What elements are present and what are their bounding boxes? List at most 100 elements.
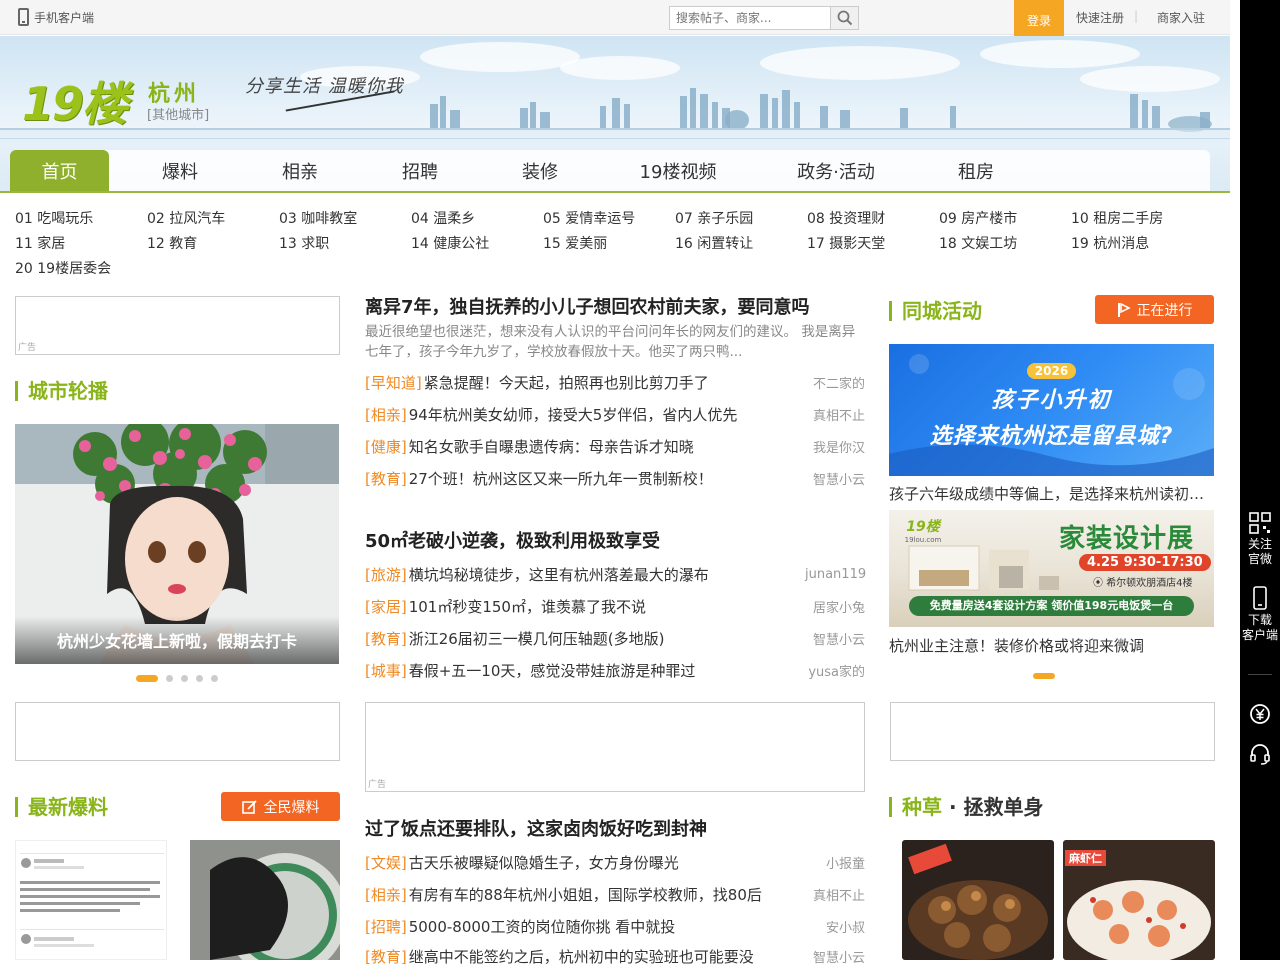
news-title[interactable]: 紧急提醒！今天起，拍照再也别比剪刀手了 [424, 372, 797, 393]
news-category[interactable]: [早知道] [365, 372, 422, 393]
news-title[interactable]: 古天乐被曝疑似隐婚生子，女方身份曝光 [409, 852, 797, 873]
news-title[interactable]: 27个班！杭州这区又来一所九年一贯制新校！ [409, 468, 797, 489]
news-item[interactable]: [旅游] 横坑坞秘境徒步，这里有杭州落差最大的瀑布 junan119 [365, 563, 866, 585]
news-title[interactable]: 知名女歌手自曝患遗传病：母亲告诉才知晓 [409, 436, 797, 457]
news-author[interactable]: 不二家的 [805, 373, 865, 392]
carousel-dot[interactable] [211, 675, 218, 682]
news-item[interactable]: [城事] 春假+五一10天，感觉没带娃旅游是种罪过 yusa家的 [365, 659, 865, 681]
nav-government-events[interactable]: 政务·活动 [786, 150, 886, 191]
news-author[interactable]: 真相不止 [805, 405, 865, 424]
subcat-link[interactable]: 11 家居 [15, 233, 65, 253]
subcat-link[interactable]: 01 吃喝玩乐 [15, 208, 93, 228]
subcat-link[interactable]: 05 爱情幸运号 [543, 208, 635, 228]
follow-official-weibo[interactable]: 关注 官微 [1240, 512, 1280, 567]
news-author[interactable]: 我是你汉 [805, 437, 865, 456]
ad-slot[interactable] [890, 702, 1215, 761]
news-title[interactable]: 继高中不能签约之后，杭州初中的实验班也可能要没 [409, 946, 797, 967]
nav-jobs[interactable]: 招聘 [370, 150, 470, 191]
news-category[interactable]: [旅游] [365, 564, 407, 585]
baoliao-screenshot[interactable] [15, 840, 167, 960]
headline[interactable]: 过了饭点还要排队，这家卤肉饭好吃到封神 [365, 815, 707, 841]
subcat-link[interactable]: 12 教育 [147, 233, 197, 253]
search-button[interactable] [830, 6, 859, 30]
news-category[interactable]: [城事] [365, 660, 407, 681]
nav-baoliao[interactable]: 爆料 [130, 150, 230, 191]
baoliao-photo[interactable] [190, 840, 340, 960]
subcat-link[interactable]: 20 19楼居委会 [15, 258, 111, 278]
nav-decoration[interactable]: 装修 [490, 150, 590, 191]
news-title[interactable]: 5000-8000工资的岗位随你挑 看中就投 [409, 916, 797, 937]
promo-caption[interactable]: 杭州业主注意！装修价格或将迎来微调 [889, 635, 1214, 656]
subcat-link[interactable]: 10 租房二手房 [1071, 208, 1163, 228]
subcat-link[interactable]: 13 求职 [279, 233, 329, 253]
subcat-link[interactable]: 18 文娱工坊 [939, 233, 1017, 253]
promo-caption[interactable]: 孩子六年级成绩中等偏上，是选择来杭州读初中还是留县城 [889, 483, 1214, 504]
ongoing-button[interactable]: 正在进行 [1095, 295, 1214, 324]
news-item[interactable]: [文娱] 古天乐被曝疑似隐婚生子，女方身份曝光 小报童 [365, 851, 865, 873]
news-title[interactable]: 101㎡秒变150㎡，谁羡慕了我不说 [409, 596, 797, 617]
news-category[interactable]: [相亲] [365, 884, 407, 905]
news-author[interactable]: yusa家的 [805, 661, 865, 680]
merchant-link[interactable]: 商家入驻 [1157, 9, 1205, 26]
carousel-dot[interactable] [166, 675, 173, 682]
city-carousel[interactable]: 杭州少女花墙上新啦，假期去打卡 [15, 424, 339, 664]
mobile-client-link[interactable]: 手机客户端 [18, 8, 94, 26]
carousel-dot[interactable] [136, 675, 158, 682]
news-item[interactable]: [相亲] 有房有车的88年杭州小姐姐，国际学校教师，找80后 真相不止 [365, 883, 865, 905]
subcat-link[interactable]: 19 杭州消息 [1071, 233, 1149, 253]
news-author[interactable]: junan119 [805, 567, 866, 582]
carousel-caption[interactable]: 杭州少女花墙上新啦，假期去打卡 [15, 616, 339, 664]
other-cities-link[interactable]: [其他城市] [147, 104, 209, 123]
news-author[interactable]: 智慧小云 [805, 469, 865, 488]
subcat-link[interactable]: 17 摄影天堂 [807, 233, 885, 253]
news-item[interactable]: [家居] 101㎡秒变150㎡，谁羡慕了我不说 居家小兔 [365, 595, 865, 617]
news-item[interactable]: [相亲] 94年杭州美女幼师，接受大5岁伴侣，省内人优先 真相不止 [365, 403, 865, 425]
ad-slot[interactable] [15, 702, 340, 761]
news-author[interactable]: 安小叔 [805, 917, 865, 936]
subcat-link[interactable]: 04 温柔乡 [411, 208, 475, 228]
subcat-link[interactable]: 07 亲子乐园 [675, 208, 753, 228]
ad-slot[interactable]: 广告 [15, 296, 340, 355]
news-author[interactable]: 小报童 [805, 853, 865, 872]
news-category[interactable]: [教育] [365, 946, 407, 967]
download-client[interactable]: 下载 客户端 [1240, 586, 1280, 643]
food-card-image[interactable]: 麻虾仁 [1063, 840, 1215, 960]
promo-banner-expo[interactable]: 19楼 19lou.com 家装设计展 4.25 9:30-17:30 ⦿ 希尔… [889, 510, 1214, 627]
nav-dating[interactable]: 相亲 [250, 150, 350, 191]
news-title[interactable]: 横坑坞秘境徒步，这里有杭州落差最大的瀑布 [409, 564, 797, 585]
subcat-link[interactable]: 09 房产楼市 [939, 208, 1017, 228]
news-category[interactable]: [文娱] [365, 852, 407, 873]
news-item[interactable]: [健康] 知名女歌手自曝患遗传病：母亲告诉才知晓 我是你汉 [365, 435, 865, 457]
news-item[interactable]: [早知道] 紧急提醒！今天起，拍照再也别比剪刀手了 不二家的 [365, 371, 865, 393]
news-item[interactable]: [招聘] 5000-8000工资的岗位随你挑 看中就投 安小叔 [365, 915, 865, 937]
news-category[interactable]: [教育] [365, 628, 407, 649]
nav-rental[interactable]: 租房 [926, 150, 1026, 191]
activity-carousel-indicator[interactable] [1033, 673, 1055, 679]
customer-service-button[interactable] [1240, 743, 1280, 765]
subcat-link[interactable]: 02 拉风汽车 [147, 208, 225, 228]
nav-video[interactable]: 19楼视频 [628, 150, 728, 191]
news-title[interactable]: 有房有车的88年杭州小姐姐，国际学校教师，找80后 [409, 884, 797, 905]
carousel-dot[interactable] [181, 675, 188, 682]
site-logo[interactable]: 19楼 [22, 68, 128, 134]
ad-slot[interactable]: 广告 [365, 702, 865, 792]
news-title[interactable]: 浙江26届初三一模几何压轴题(多地版) [409, 628, 797, 649]
news-category[interactable]: [家居] [365, 596, 407, 617]
search-input[interactable] [669, 6, 830, 30]
news-category[interactable]: [教育] [365, 468, 407, 489]
promo-banner-school[interactable]: 2026 孩子小升初 选择来杭州还是留县城? [889, 344, 1214, 476]
headline[interactable]: 离异7年，独自抚养的小儿子想回农村前夫家，要同意吗 [365, 293, 810, 319]
news-author[interactable]: 智慧小云 [805, 947, 865, 966]
register-link[interactable]: 快速注册 [1076, 9, 1124, 26]
carousel-dot[interactable] [196, 675, 203, 682]
subcat-link[interactable]: 14 健康公社 [411, 233, 489, 253]
finance-button[interactable] [1240, 703, 1280, 725]
subcat-link[interactable]: 16 闲置转让 [675, 233, 753, 253]
news-author[interactable]: 真相不止 [805, 885, 865, 904]
subcat-link[interactable]: 15 爱美丽 [543, 233, 607, 253]
news-item[interactable]: [教育] 27个班！杭州这区又来一所九年一贯制新校！ 智慧小云 [365, 467, 865, 489]
subcat-link[interactable]: 03 咖啡教室 [279, 208, 357, 228]
news-category[interactable]: [招聘] [365, 916, 407, 937]
nav-home[interactable]: 首页 [10, 150, 109, 191]
news-title[interactable]: 94年杭州美女幼师，接受大5岁伴侣，省内人优先 [409, 404, 797, 425]
